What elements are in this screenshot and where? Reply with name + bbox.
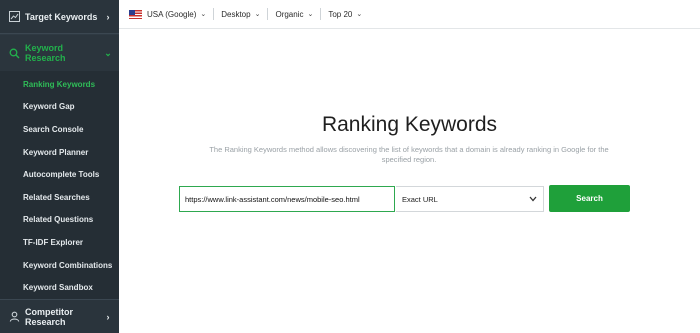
top-dropdown[interactable]: Top 20 ⌄: [328, 10, 362, 19]
sidebar-section-competitor-research[interactable]: Competitor Research ›: [0, 299, 119, 333]
top-label: Top 20: [328, 9, 353, 19]
sidebar-item-search-console[interactable]: Search Console: [0, 118, 119, 141]
sidebar-section-label: Keyword Research: [25, 43, 66, 63]
sidebar-item-keyword-combinations[interactable]: Keyword Combinations: [0, 254, 119, 277]
app: Target Keywords › Keyword Research ⌄ Ran…: [0, 0, 700, 333]
chevron-down-icon: ⌄: [104, 47, 112, 58]
chevron-down-icon: ⌄: [254, 11, 261, 18]
type-label: Organic: [275, 9, 304, 19]
chevron-right-icon: ›: [106, 11, 110, 22]
region-label: USA (Google): [147, 9, 197, 19]
mode-select-value: Exact URL: [402, 194, 438, 204]
topbar: USA (Google) ⌄ Desktop ⌄ Organic ⌄ Top 2…: [119, 0, 700, 29]
sidebar-section-label: Competitor Research: [25, 306, 73, 327]
chevron-down-icon: ⌄: [200, 11, 207, 18]
divider: [267, 8, 269, 20]
sidebar: Target Keywords › Keyword Research ⌄ Ran…: [0, 0, 119, 333]
sidebar-item-keyword-sandbox[interactable]: Keyword Sandbox: [0, 276, 119, 299]
device-dropdown[interactable]: Desktop ⌄: [221, 10, 260, 19]
chevron-down-icon: ⌄: [307, 11, 314, 18]
sidebar-item-ranking-keywords[interactable]: Ranking Keywords: [0, 73, 119, 96]
sidebar-section-label: Target Keywords: [25, 11, 98, 22]
trend-chart-icon: [8, 11, 20, 23]
chevron-down-icon: [529, 195, 537, 204]
page-title: Ranking Keywords: [321, 113, 498, 136]
sidebar-item-related-searches[interactable]: Related Searches: [0, 186, 119, 209]
sidebar-section-keyword-research[interactable]: Keyword Research ⌄: [0, 35, 119, 71]
sidebar-item-keyword-gap[interactable]: Keyword Gap: [0, 96, 119, 119]
sidebar-item-keyword-planner[interactable]: Keyword Planner: [0, 141, 119, 164]
sidebar-sub-items: Ranking Keywords Keyword Gap Search Cons…: [0, 71, 119, 299]
divider: [213, 8, 215, 20]
url-input-value: https://www.link-assistant.com/news/mobi…: [185, 194, 360, 204]
divider: [320, 8, 322, 20]
user-icon: [8, 311, 20, 323]
search-icon: [8, 47, 20, 59]
page-description: The Ranking Keywords method allows disco…: [209, 145, 609, 164]
main-content: Ranking Keywords The Ranking Keywords me…: [119, 30, 700, 333]
sidebar-item-related-questions[interactable]: Related Questions: [0, 209, 119, 232]
type-dropdown[interactable]: Organic ⌄: [275, 10, 313, 19]
device-label: Desktop: [221, 9, 251, 19]
sidebar-section-target-keywords[interactable]: Target Keywords ›: [0, 0, 119, 34]
chevron-right-icon: ›: [106, 311, 110, 322]
chevron-down-icon: ⌄: [356, 11, 363, 18]
region-dropdown[interactable]: USA (Google) ⌄: [129, 9, 207, 19]
mode-select[interactable]: Exact URL: [396, 186, 544, 212]
url-input[interactable]: https://www.link-assistant.com/news/mobi…: [179, 186, 395, 212]
search-button[interactable]: Search: [549, 185, 630, 212]
sidebar-item-autocomplete-tools[interactable]: Autocomplete Tools: [0, 163, 119, 186]
sidebar-item-tf-idf-explorer[interactable]: TF-IDF Explorer: [0, 231, 119, 254]
us-flag-icon: [129, 9, 142, 19]
